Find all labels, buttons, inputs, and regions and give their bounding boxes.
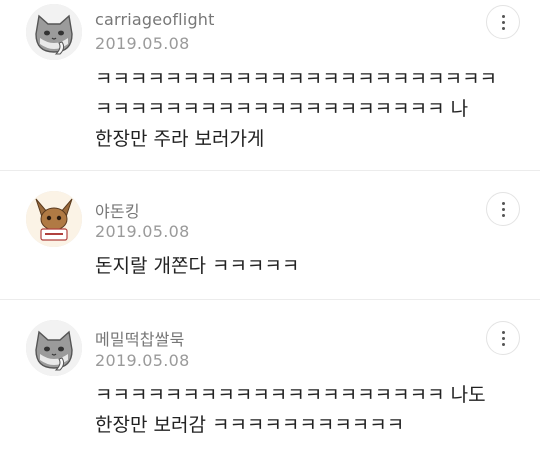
comment-item: 야돈킹 2019.05.08 돈지랄 개쫀다 ㅋㅋㅋㅋㅋ [0, 171, 540, 299]
avatar[interactable] [26, 191, 82, 247]
comment-date: 2019.05.08 [95, 222, 190, 241]
more-options-button[interactable] [486, 5, 520, 39]
comment-body-line: 돈지랄 개쫀다 ㅋㅋㅋㅋㅋ [95, 255, 300, 277]
comment-body: ㅋㅋㅋㅋㅋㅋㅋㅋㅋㅋㅋㅋㅋㅋㅋㅋㅋㅋㅋㅋ 나도 한장만 보러감 ㅋㅋㅋㅋㅋㅋㅋㅋ… [95, 380, 515, 440]
comment-date: 2019.05.08 [95, 34, 190, 53]
comment-body-line: 한장만 보러감 ㅋㅋㅋㅋㅋㅋㅋㅋㅋㅋㅋ [95, 414, 405, 436]
comment-body-line: 한장만 주라 보러가게 [95, 128, 265, 150]
avatar[interactable] [26, 4, 82, 60]
more-options-button[interactable] [486, 192, 520, 226]
comment-body-line: ㅋㅋㅋㅋㅋㅋㅋㅋㅋㅋㅋㅋㅋㅋㅋㅋㅋㅋㅋㅋㅋㅋㅋ [95, 68, 498, 90]
comment-item: carriageoflight 2019.05.08 ㅋㅋㅋㅋㅋㅋㅋㅋㅋㅋㅋㅋㅋ… [0, 0, 540, 170]
comment-body: 돈지랄 개쫀다 ㅋㅋㅋㅋㅋ [95, 251, 515, 281]
comment-username[interactable]: carriageoflight [95, 10, 215, 29]
comment-username[interactable]: 메밀떡찹쌀묵 [95, 326, 185, 350]
comment-date: 2019.05.08 [95, 351, 190, 370]
eevee-avatar-icon [26, 191, 82, 247]
avatar[interactable] [26, 320, 82, 376]
comment-body-line: ㅋㅋㅋㅋㅋㅋㅋㅋㅋㅋㅋㅋㅋㅋㅋㅋㅋㅋㅋㅋ 나 [95, 98, 469, 120]
gray-cat-avatar-icon [26, 4, 82, 60]
comment-body: ㅋㅋㅋㅋㅋㅋㅋㅋㅋㅋㅋㅋㅋㅋㅋㅋㅋㅋㅋㅋㅋㅋㅋ ㅋㅋㅋㅋㅋㅋㅋㅋㅋㅋㅋㅋㅋㅋㅋㅋ… [95, 64, 515, 154]
comment-body-line: ㅋㅋㅋㅋㅋㅋㅋㅋㅋㅋㅋㅋㅋㅋㅋㅋㅋㅋㅋㅋ 나도 [95, 384, 486, 406]
gray-cat-avatar-icon [26, 320, 82, 376]
comment-item: 메밀떡찹쌀묵 2019.05.08 ㅋㅋㅋㅋㅋㅋㅋㅋㅋㅋㅋㅋㅋㅋㅋㅋㅋㅋㅋㅋ 나… [0, 300, 540, 461]
more-options-button[interactable] [486, 321, 520, 355]
comment-username[interactable]: 야돈킹 [95, 198, 140, 222]
